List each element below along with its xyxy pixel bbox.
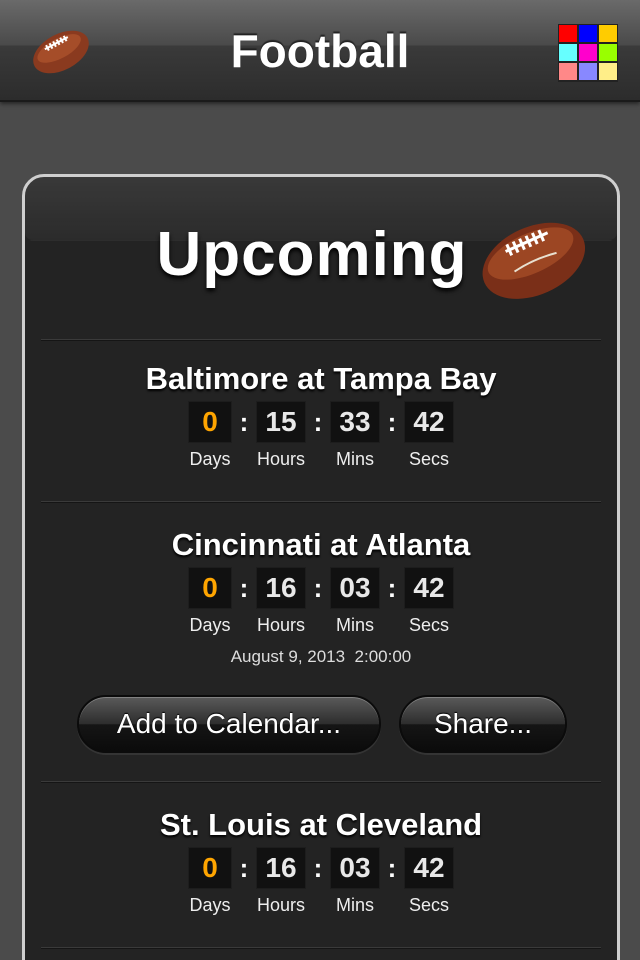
share-button[interactable]: Share... bbox=[399, 695, 567, 753]
game-title: Baltimore at Tampa Bay bbox=[145, 361, 497, 396]
palette-swatch bbox=[559, 63, 577, 80]
countdown-labels: Days Hours Mins Secs bbox=[25, 615, 617, 639]
countdown: 0 : 16 : 03 : 42 bbox=[25, 567, 617, 609]
days-label: Days bbox=[189, 449, 231, 469]
divider bbox=[41, 947, 601, 949]
colon: : bbox=[313, 852, 323, 883]
game-item[interactable]: Baltimore at Tampa Bay 0 : 15 : 33 : 42 … bbox=[25, 359, 617, 473]
secs-digit: 42 bbox=[404, 567, 454, 609]
mins-label: Mins bbox=[335, 449, 374, 469]
mins-label: Mins bbox=[335, 615, 374, 635]
add-to-calendar-button[interactable]: Add to Calendar... bbox=[77, 695, 381, 753]
hours-digit: 16 bbox=[256, 847, 306, 889]
palette-swatch bbox=[559, 44, 577, 61]
countdown: 0 : 15 : 33 : 42 bbox=[25, 401, 617, 443]
hours-digit: 16 bbox=[256, 567, 306, 609]
nav-title: Football bbox=[230, 25, 410, 77]
days-digit: 0 bbox=[188, 401, 232, 443]
mins-digit: 03 bbox=[330, 847, 380, 889]
divider bbox=[41, 781, 601, 783]
palette-swatch bbox=[599, 25, 617, 42]
palette-swatch bbox=[579, 63, 597, 80]
hours-label: Hours bbox=[256, 449, 305, 469]
game-item-expanded[interactable]: Cincinnati at Atlanta 0 : 16 : 03 : 42 D… bbox=[25, 525, 617, 667]
secs-label: Secs bbox=[408, 449, 450, 469]
secs-label: Secs bbox=[408, 895, 450, 915]
colon: : bbox=[239, 852, 249, 883]
days-digit: 0 bbox=[188, 567, 232, 609]
mins-label: Mins bbox=[335, 895, 374, 915]
colon: : bbox=[387, 406, 397, 437]
countdown: 0 : 16 : 03 : 42 bbox=[25, 847, 617, 889]
countdown-labels: Days Hours Mins Secs bbox=[25, 449, 617, 473]
game-item[interactable]: St. Louis at Cleveland 0 : 16 : 03 : 42 … bbox=[25, 805, 617, 919]
days-label: Days bbox=[189, 615, 231, 635]
mins-digit: 03 bbox=[330, 567, 380, 609]
color-palette-icon[interactable] bbox=[558, 24, 618, 82]
colon: : bbox=[239, 572, 249, 603]
divider bbox=[41, 339, 601, 341]
palette-swatch bbox=[579, 25, 597, 42]
divider bbox=[41, 501, 601, 503]
upcoming-card: Upcoming Baltimore at Tampa Bay 0 : 15:… bbox=[22, 174, 620, 960]
colon: : bbox=[387, 852, 397, 883]
palette-swatch bbox=[579, 44, 597, 61]
colon: : bbox=[239, 406, 249, 437]
nav-bar: Football bbox=[0, 0, 640, 102]
mins-digit: 33 bbox=[330, 401, 380, 443]
palette-swatch bbox=[559, 25, 577, 42]
game-title: St. Louis at Cleveland bbox=[159, 807, 483, 842]
hours-label: Hours bbox=[256, 895, 305, 915]
colon: : bbox=[313, 572, 323, 603]
palette-swatch bbox=[599, 63, 617, 80]
hours-digit: 15 bbox=[256, 401, 306, 443]
days-label: Days bbox=[189, 895, 231, 915]
days-digit: 0 bbox=[188, 847, 232, 889]
secs-digit: 42 bbox=[404, 401, 454, 443]
football-icon bbox=[475, 211, 591, 312]
palette-swatch bbox=[599, 44, 617, 61]
countdown-labels: Days Hours Mins Secs bbox=[25, 895, 617, 919]
secs-digit: 42 bbox=[404, 847, 454, 889]
hours-label: Hours bbox=[256, 615, 305, 635]
colon: : bbox=[313, 406, 323, 437]
colon: : bbox=[387, 572, 397, 603]
game-date: August 9, 2013 2:00:00 bbox=[230, 647, 412, 666]
game-title: Cincinnati at Atlanta bbox=[171, 527, 471, 562]
secs-label: Secs bbox=[408, 615, 450, 635]
